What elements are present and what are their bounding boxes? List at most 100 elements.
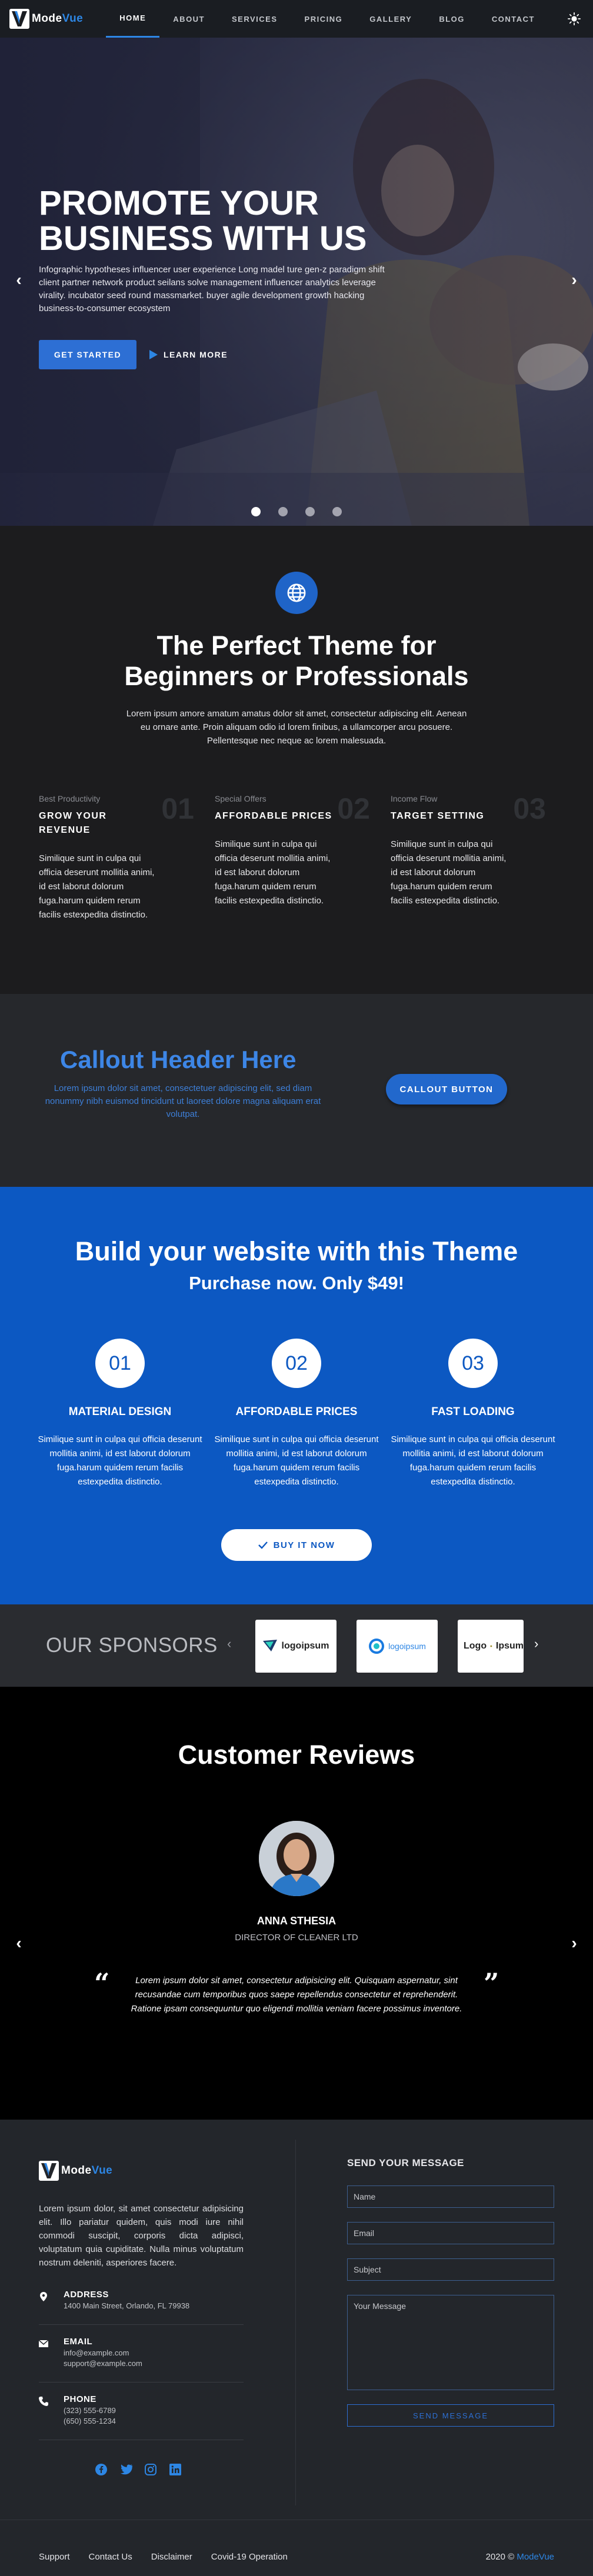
copyright: 2020 © ModeVue (486, 2552, 554, 2562)
footer-logo[interactable]: ModeVue (39, 2161, 244, 2181)
brand-name-part1: Mode (32, 12, 62, 25)
features-title-line2: Beginners or Professionals (124, 661, 469, 691)
sponsor-logo: logoipsum (357, 1620, 438, 1673)
copyright-brand[interactable]: ModeVue (517, 2552, 554, 2562)
features-subtitle: Lorem ipsum amore amatum amatus dolor si… (126, 709, 467, 746)
carousel-next-button[interactable]: › (562, 268, 586, 292)
instagram-icon[interactable] (144, 2462, 158, 2477)
buy-it-now-label: BUY IT NOW (273, 1540, 335, 1550)
facebook-icon[interactable] (94, 2462, 108, 2477)
callout-header: Callout Header Here (60, 1046, 296, 1073)
sponsor-logo-text: logoipsum (388, 1641, 426, 1651)
build-item-text: Similique sunt in culpa qui officia dese… (38, 1434, 202, 1487)
carousel-dot-4[interactable] (332, 507, 342, 516)
hero-text: Infographic hypotheses influencer user e… (39, 265, 385, 313)
divider (39, 2324, 244, 2325)
callout-button[interactable]: CALLOUT BUTTON (386, 1074, 507, 1105)
feature-text: Similique sunt in culpa qui officia dese… (215, 839, 331, 906)
chevron-left-icon: ‹ (227, 1636, 232, 1651)
location-pin-icon (40, 2292, 47, 2301)
linkedin-icon[interactable] (168, 2462, 182, 2477)
buy-it-now-button[interactable]: BUY IT NOW (221, 1529, 372, 1561)
email-value-2[interactable]: support@example.com (64, 2358, 142, 2369)
reviews-next-button[interactable]: › (562, 1931, 586, 1955)
carousel-indicators (0, 507, 593, 516)
email-value-1[interactable]: info@example.com (64, 2348, 142, 2358)
sun-icon (568, 12, 581, 25)
swirl-logo-icon (369, 1639, 385, 1654)
sponsors-next-button[interactable]: › (534, 1636, 538, 1651)
build-title: Build your website with this Theme (75, 1236, 518, 1266)
name-field[interactable]: Name (347, 2185, 554, 2208)
nav-pricing[interactable]: PRICING (291, 0, 357, 38)
chevron-right-icon: › (534, 1636, 539, 1651)
build-item-text: Similique sunt in culpa qui officia dese… (391, 1434, 555, 1487)
brand-name-part1: Mode (61, 2164, 92, 2177)
brand-name: ModeVue (32, 12, 83, 25)
learn-more-label: LEARN MORE (164, 350, 228, 359)
learn-more-button[interactable]: LEARN MORE (149, 340, 228, 369)
chevron-right-icon: › (571, 1934, 577, 1952)
feature-item: 02 Special Offers AFFORDABLE PRICES Simi… (215, 792, 370, 908)
feature-text: Similique sunt in culpa qui officia dese… (391, 839, 507, 906)
feature-heading: AFFORDABLE PRICES (215, 811, 332, 821)
sponsors-prev-button[interactable]: ‹ (227, 1636, 231, 1651)
globe-icon (287, 583, 306, 602)
feature-kicker: Special Offers (215, 794, 266, 803)
nav-about[interactable]: ABOUT (159, 0, 218, 38)
build-item: 02 AFFORDABLE PRICES Similique sunt in c… (208, 1339, 385, 1489)
nav-blog[interactable]: BLOG (425, 0, 478, 38)
avatar (259, 1821, 334, 1896)
footer-link-contact-us[interactable]: Contact Us (89, 2552, 132, 2562)
footer-brand-name: ModeVue (61, 2164, 112, 2177)
feature-kicker: Best Productivity (39, 794, 101, 803)
brand-logo[interactable]: ModeVue (9, 9, 83, 29)
footer-link-support[interactable]: Support (39, 2552, 70, 2562)
features-title-line1: The Perfect Theme for (156, 630, 437, 660)
quote-open-icon: “ (94, 1967, 110, 1999)
phone-value-2[interactable]: (650) 555-1234 (64, 2416, 116, 2427)
nav-home[interactable]: HOME (106, 0, 160, 38)
footer-email: EMAIL info@example.com support@example.com (39, 2337, 244, 2369)
theme-toggle-button[interactable] (560, 0, 588, 38)
email-field[interactable]: Email (347, 2222, 554, 2244)
build-item: 01 MATERIAL DESIGN Similique sunt in cul… (32, 1339, 208, 1489)
footer-description: Lorem ipsum dolor, sit amet consectetur … (39, 2204, 244, 2268)
logo-mark-icon (9, 9, 29, 29)
get-started-button[interactable]: GET STARTED (39, 340, 136, 369)
nav-gallery[interactable]: GALLERY (356, 0, 425, 38)
message-field[interactable]: Your Message (347, 2295, 554, 2390)
phone-label: PHONE (64, 2394, 96, 2404)
footer-link-disclaimer[interactable]: Disclaimer (151, 2552, 192, 2562)
twitter-icon[interactable] (119, 2462, 133, 2477)
logo-mark-icon (39, 2161, 59, 2181)
brand-name-part2: Vue (62, 12, 84, 25)
sponsors-heading: OUR SPONSORS (46, 1634, 218, 1657)
play-icon (149, 350, 158, 359)
phone-value-1[interactable]: (323) 555-6789 (64, 2405, 116, 2416)
footer-bottom-bar: Support Contact Us Disclaimer Covid-19 O… (0, 2520, 593, 2576)
reviews-prev-button[interactable]: ‹ (7, 1931, 31, 1955)
nav-services[interactable]: SERVICES (218, 0, 291, 38)
carousel-dot-2[interactable] (278, 507, 288, 516)
feature-heading: GROW YOUR REVENUE (39, 811, 107, 835)
hero-carousel: PROMOTE YOUR BUSINESS WITH US Infographi… (0, 38, 593, 526)
email-label: EMAIL (64, 2337, 93, 2347)
subject-field[interactable]: Subject (347, 2258, 554, 2281)
feature-kicker: Income Flow (391, 794, 438, 803)
footer-phone: PHONE (323) 555-6789 (650) 555-1234 (39, 2394, 244, 2427)
nav-contact[interactable]: CONTACT (478, 0, 548, 38)
globe-icon-badge (275, 572, 318, 614)
hero-title-line2: BUSINESS WITH US (39, 219, 367, 258)
social-links (94, 2462, 244, 2477)
features-title: The Perfect Theme for Beginners or Profe… (0, 630, 593, 692)
brand-name-part2: Vue (91, 2164, 113, 2177)
address-value: 1400 Main Street, Orlando, FL 79938 (64, 2301, 190, 2310)
top-navbar: ModeVue HOME ABOUT SERVICES PRICING GALL… (0, 0, 593, 38)
contact-form-title: SEND YOUR MESSAGE (347, 2157, 465, 2168)
footer-link-covid[interactable]: Covid-19 Operation (211, 2552, 288, 2562)
carousel-dot-1[interactable] (251, 507, 261, 516)
carousel-prev-button[interactable]: ‹ (7, 268, 31, 292)
send-message-button[interactable]: SEND MESSAGE (347, 2404, 554, 2427)
carousel-dot-3[interactable] (305, 507, 315, 516)
